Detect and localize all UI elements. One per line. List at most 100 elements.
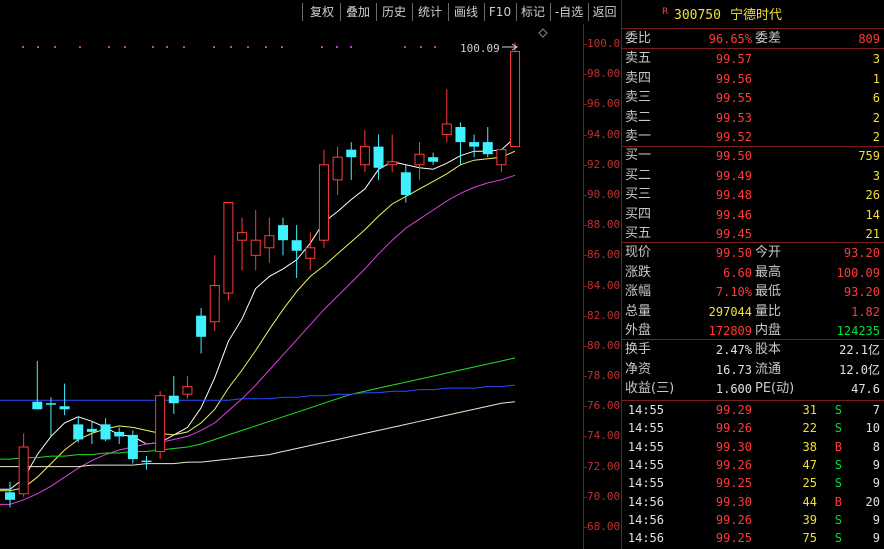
tick-count: 10 <box>865 421 880 436</box>
tick-price: 99.26 <box>715 421 752 436</box>
fundamental-label: PE(动) <box>755 381 795 396</box>
tick-side: B <box>834 494 842 509</box>
tick-volume: 22 <box>802 421 817 436</box>
event-dot <box>321 46 323 48</box>
price-tick-label: 78.00 <box>587 369 621 383</box>
candle <box>100 418 111 441</box>
divider <box>622 400 884 401</box>
candle-body <box>305 247 316 259</box>
candle-body <box>168 395 179 404</box>
candle <box>346 142 357 180</box>
candle <box>73 416 84 443</box>
price-tick-mark <box>583 527 587 528</box>
candle <box>155 391 166 460</box>
event-dot <box>22 46 24 48</box>
ask-price: 99.56 <box>715 71 752 86</box>
price-tick-label: 70.00 <box>587 489 621 503</box>
price-tick-label: 94.00 <box>587 127 621 141</box>
event-dot <box>183 46 185 48</box>
candle <box>318 149 329 248</box>
price-tick-mark <box>583 315 587 317</box>
bid-volume: 14 <box>865 207 880 222</box>
tick-count: 8 <box>872 439 880 454</box>
event-dot <box>108 46 110 48</box>
stat-value: 93.20 <box>843 246 880 260</box>
toolbar-divider <box>302 3 303 21</box>
moving-average-line <box>0 357 516 460</box>
ask-volume: 1 <box>872 71 880 86</box>
candle <box>59 383 70 416</box>
bid-volume: 26 <box>865 188 880 202</box>
candle <box>168 376 179 414</box>
stat-label: 最高 <box>755 264 782 280</box>
tick-time: 14:55 <box>627 476 664 491</box>
price-tick-label: 80.00 <box>587 338 621 352</box>
f10-button[interactable]: F10 <box>485 2 515 22</box>
tick-volume: 44 <box>802 494 817 509</box>
bid-price: 99.45 <box>715 227 752 241</box>
candle <box>332 146 343 195</box>
candles <box>5 42 521 508</box>
order-diff-value: 809 <box>858 32 880 46</box>
candle-body <box>373 146 384 168</box>
stat-label: 内盘 <box>755 323 782 338</box>
price-tick-label: 98.00 <box>587 67 621 81</box>
tick-volume: 39 <box>802 512 817 527</box>
restore-rights-button[interactable]: 复权 <box>305 2 339 22</box>
overlay-button[interactable]: 叠加 <box>341 2 375 22</box>
bid-price: 99.50 <box>715 149 752 163</box>
candle <box>496 149 507 173</box>
candle <box>428 152 439 165</box>
draw-line-button[interactable]: 画线 <box>449 2 483 22</box>
candle <box>414 142 425 180</box>
tick-count: 9 <box>872 457 880 472</box>
candle-body <box>155 395 166 453</box>
history-button[interactable]: 历史 <box>377 2 411 22</box>
bid-price: 99.48 <box>715 188 752 202</box>
price-tick-label: 96.00 <box>587 97 621 111</box>
candle <box>45 397 56 437</box>
stock-name: 宁德时代 <box>730 8 783 23</box>
tick-time: 14:55 <box>627 439 664 454</box>
candle <box>455 122 466 165</box>
event-dot <box>265 46 267 48</box>
event-dot <box>281 46 283 48</box>
price-tick-label: 74.00 <box>587 429 621 443</box>
candlestick-chart[interactable]: 100.09 <box>0 24 584 549</box>
candle-body <box>359 146 370 166</box>
statistics-button[interactable]: 统计 <box>413 2 447 22</box>
fundamental-value: 2.47% <box>715 343 752 357</box>
candle-body <box>223 201 234 294</box>
tick-count: 20 <box>865 494 880 509</box>
price-tick-mark <box>583 406 587 408</box>
stat-label: 最低 <box>755 284 782 299</box>
ask-level-label: 卖三 <box>625 90 652 105</box>
price-tick-label: 72.00 <box>587 459 621 473</box>
diamond-icon <box>538 28 548 38</box>
candle-body <box>86 428 97 432</box>
tick-side: S <box>834 531 842 546</box>
quote-panel: R 300750 宁德时代 委比 96.65% 委差 809 卖五 99.57 3 卖… <box>621 0 884 549</box>
candle-body <box>332 156 343 181</box>
event-dot <box>420 46 422 48</box>
candle-body <box>278 225 288 241</box>
fundamental-label: 收益(三) <box>625 381 675 396</box>
ask-level-label: 卖一 <box>625 129 652 144</box>
tick-count: 9 <box>872 476 880 491</box>
tick-count: 7 <box>872 403 880 417</box>
ask-level-label: 卖二 <box>625 109 652 125</box>
tick-volume: 47 <box>802 457 817 472</box>
candle <box>264 217 275 263</box>
stat-value: 99.50 <box>715 246 752 260</box>
tick-price: 99.29 <box>715 403 752 417</box>
mark-button[interactable]: 标记 <box>517 2 549 22</box>
candle <box>18 433 29 497</box>
candle-body <box>100 424 111 440</box>
tick-volume: 31 <box>802 403 817 417</box>
divider <box>622 339 884 340</box>
fundamental-label: 流通 <box>755 361 782 377</box>
bid-level-label: 买三 <box>625 187 652 202</box>
tick-count: 9 <box>872 512 880 527</box>
price-tick-mark <box>583 376 587 378</box>
event-dot <box>37 46 39 48</box>
